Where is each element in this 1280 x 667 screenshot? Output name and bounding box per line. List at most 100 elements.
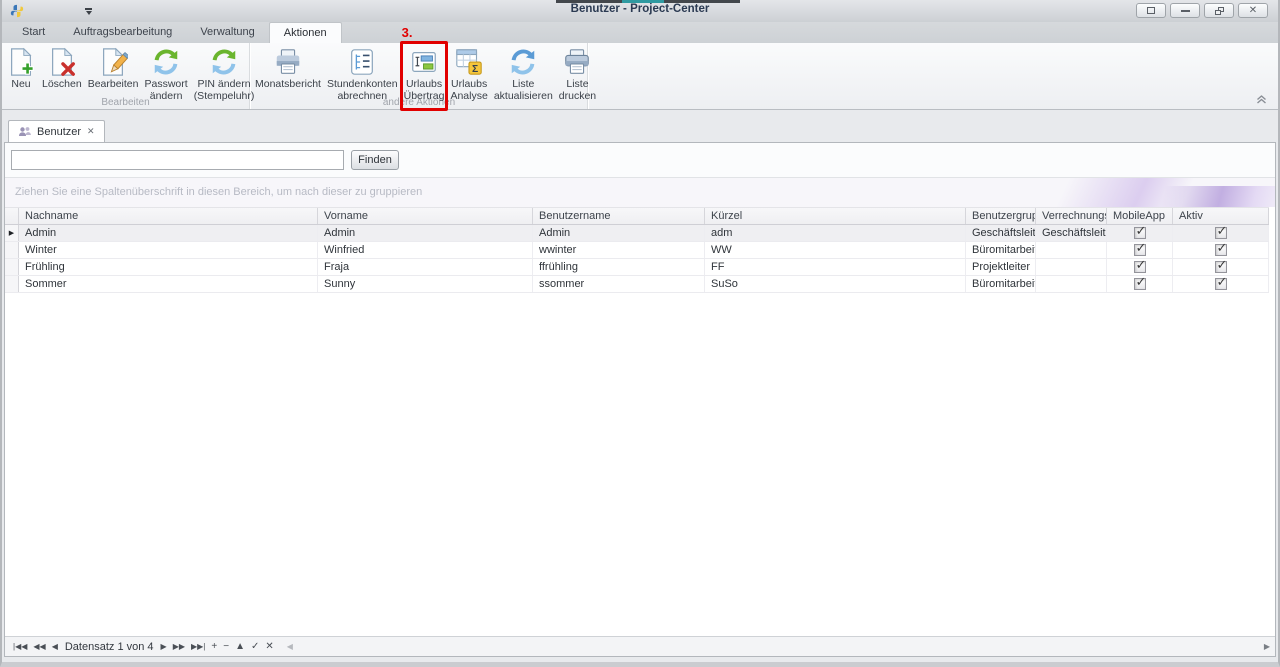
nav-post-button[interactable]: ✓ (248, 638, 262, 656)
bearbeiten-button[interactable]: Bearbeiten (85, 45, 142, 92)
record-navigator: |◀◀ ◀◀ ◀ Datensatz 1 von 4 ▶ ▶▶ ▶▶| + − … (5, 636, 1275, 656)
table-row[interactable]: Frühling Fraja ffrühling FF Projektleite… (5, 257, 1269, 276)
loeschen-button[interactable]: Löschen (39, 45, 85, 92)
cell-benutzergruppe: Büromitarbeiter (966, 242, 1036, 258)
tab-aktionen[interactable]: Aktionen (268, 22, 342, 43)
cell-verrechnung: Geschäftsleit... (1036, 225, 1107, 241)
check-icon: ✓ (1216, 240, 1228, 255)
title-bar: Benutzer - Project-Center ✕ (2, 0, 1278, 22)
pin-aendern-button[interactable]: PIN ändern (Stempeluhr) (191, 45, 258, 104)
collapse-ribbon-icon[interactable] (1255, 94, 1268, 105)
check-icon: ✓ (1216, 223, 1228, 238)
mobileapp-checkbox[interactable]: ✓ (1133, 274, 1146, 290)
cell-vorname: Fraja (318, 259, 533, 275)
tab-verwaltung[interactable]: Verwaltung (186, 22, 268, 43)
close-icon: ✕ (1248, 4, 1258, 16)
table-row[interactable]: Sommer Sunny ssommer SuSo Büromitarbeite… (5, 274, 1269, 293)
cell-verrechnung (1036, 242, 1107, 258)
check-icon: ✓ (1135, 223, 1147, 238)
horizontal-scrollbar[interactable]: ◀ ▶ (277, 637, 1275, 656)
scroll-left-icon[interactable]: ◀ (287, 642, 293, 651)
vacation-analysis-icon: Σ (456, 49, 482, 75)
aktiv-checkbox[interactable]: ✓ (1214, 274, 1227, 290)
current-row-marker: ▶ (5, 225, 19, 241)
column-header-kuerzel[interactable]: Kürzel (705, 208, 966, 224)
nav-next-page-button[interactable]: ▶▶ (170, 638, 188, 656)
cell-kuerzel: SuSo (705, 276, 966, 292)
finden-button[interactable]: Finden (351, 150, 399, 170)
nav-prev-page-button[interactable]: ◀◀ (30, 638, 48, 656)
group-by-panel[interactable]: Ziehen Sie eine Spaltenüberschrift in di… (5, 178, 1275, 207)
check-icon: ✓ (1135, 257, 1147, 272)
step-annotation: 3. (401, 25, 413, 40)
cell-benutzergruppe: Büromitarbeiter (966, 276, 1036, 292)
group-label-bearbeiten: Bearbeiten (101, 97, 150, 108)
nav-append-button[interactable]: + (208, 638, 220, 656)
ribbon: Neu Löschen Bearbeiten Passwort ändern P… (2, 25, 1278, 112)
restore-button[interactable] (1204, 3, 1234, 18)
nav-last-button[interactable]: ▶▶| (188, 638, 208, 656)
cell-aktiv: ✓ (1173, 223, 1269, 241)
search-row: Finden (5, 143, 1275, 178)
liste-drucken-button[interactable]: Liste drucken (556, 45, 599, 104)
mobileapp-checkbox[interactable]: ✓ (1133, 240, 1146, 256)
new-document-icon (11, 47, 34, 76)
window-controls: ✕ (1136, 3, 1268, 18)
tab-close-icon[interactable]: ✕ (87, 126, 95, 137)
tab-auftragsbearbeitung[interactable]: Auftragsbearbeitung (59, 22, 186, 43)
liste-aktualisieren-button[interactable]: Liste aktualisieren (491, 45, 556, 104)
check-icon: ✓ (1216, 257, 1228, 272)
passwort-aendern-button[interactable]: Passwort ändern (142, 45, 191, 104)
mobileapp-checkbox[interactable]: ✓ (1133, 257, 1146, 273)
aktiv-checkbox[interactable]: ✓ (1214, 240, 1227, 256)
urlaubs-analyse-button[interactable]: Σ Urlaubs Analyse (447, 45, 490, 104)
fullscreen-button[interactable] (1136, 3, 1166, 18)
nav-next-button[interactable]: ▶ (158, 638, 170, 656)
cell-mobileapp: ✓ (1107, 274, 1173, 292)
nav-edit-button[interactable]: ▲ (232, 638, 248, 656)
scroll-right-icon[interactable]: ▶ (1264, 642, 1270, 651)
column-header-mobileapp[interactable]: MobileApp (1107, 208, 1173, 224)
column-header-nachname[interactable]: Nachname (19, 208, 318, 224)
cell-nachname: Sommer (19, 276, 318, 292)
cell-nachname: Admin (19, 225, 318, 241)
cell-benutzername: ffrühling (533, 259, 705, 275)
column-header-aktiv[interactable]: Aktiv (1173, 208, 1269, 224)
refresh-green-icon (212, 49, 236, 75)
column-header-vorname[interactable]: Vorname (318, 208, 533, 224)
stundenkonten-abrechnen-button[interactable]: Stundenkonten abrechnen (324, 45, 401, 104)
aktiv-checkbox[interactable]: ✓ (1214, 223, 1227, 239)
accounts-list-icon (351, 49, 374, 75)
mobileapp-checkbox[interactable]: ✓ (1133, 223, 1146, 239)
tab-start[interactable]: Start (8, 22, 59, 43)
restore-icon (1214, 6, 1224, 15)
cell-verrechnung (1036, 259, 1107, 275)
table-row[interactable]: ▶ Admin Admin Admin adm Geschäftsleit...… (5, 223, 1269, 242)
urlaubs-uebertrag-label: Urlaubs Übertrag (403, 78, 445, 103)
nav-delete-button[interactable]: − (220, 638, 232, 656)
table-row[interactable]: Winter Winfried wwinter WW Büromitarbeit… (5, 240, 1269, 259)
nav-first-button[interactable]: |◀◀ (10, 638, 30, 656)
close-button[interactable]: ✕ (1238, 3, 1268, 18)
nav-cancel-button[interactable]: ✕ (262, 638, 276, 656)
cell-mobileapp: ✓ (1107, 223, 1173, 241)
cell-benutzergruppe: Projektleiter (966, 259, 1036, 275)
minimize-button[interactable] (1170, 3, 1200, 18)
cell-benutzername: Admin (533, 225, 705, 241)
tab-benutzer-document[interactable]: Benutzer ✕ (8, 120, 105, 142)
neu-button[interactable]: Neu (3, 45, 39, 92)
delete-document-icon (51, 47, 75, 76)
aktiv-checkbox[interactable]: ✓ (1214, 257, 1227, 273)
indicator-column-header (5, 208, 19, 224)
cell-benutzername: wwinter (533, 242, 705, 258)
column-header-benutzername[interactable]: Benutzername (533, 208, 705, 224)
nav-prev-button[interactable]: ◀ (49, 638, 61, 656)
cell-aktiv: ✓ (1173, 274, 1269, 292)
search-input[interactable] (11, 150, 344, 170)
urlaubs-uebertrag-button[interactable]: 3. Urlaubs Übertrag (399, 25, 449, 112)
neu-label: Neu (11, 78, 31, 90)
column-header-benutzergruppe[interactable]: Benutzergrup... (966, 208, 1036, 224)
column-header-verrechnung[interactable]: Verrechnungs... (1036, 208, 1107, 224)
monatsbericht-button[interactable]: Monatsbericht (252, 45, 324, 92)
ribbon-group-bearbeiten: Neu Löschen Bearbeiten Passwort ändern P… (2, 43, 254, 109)
